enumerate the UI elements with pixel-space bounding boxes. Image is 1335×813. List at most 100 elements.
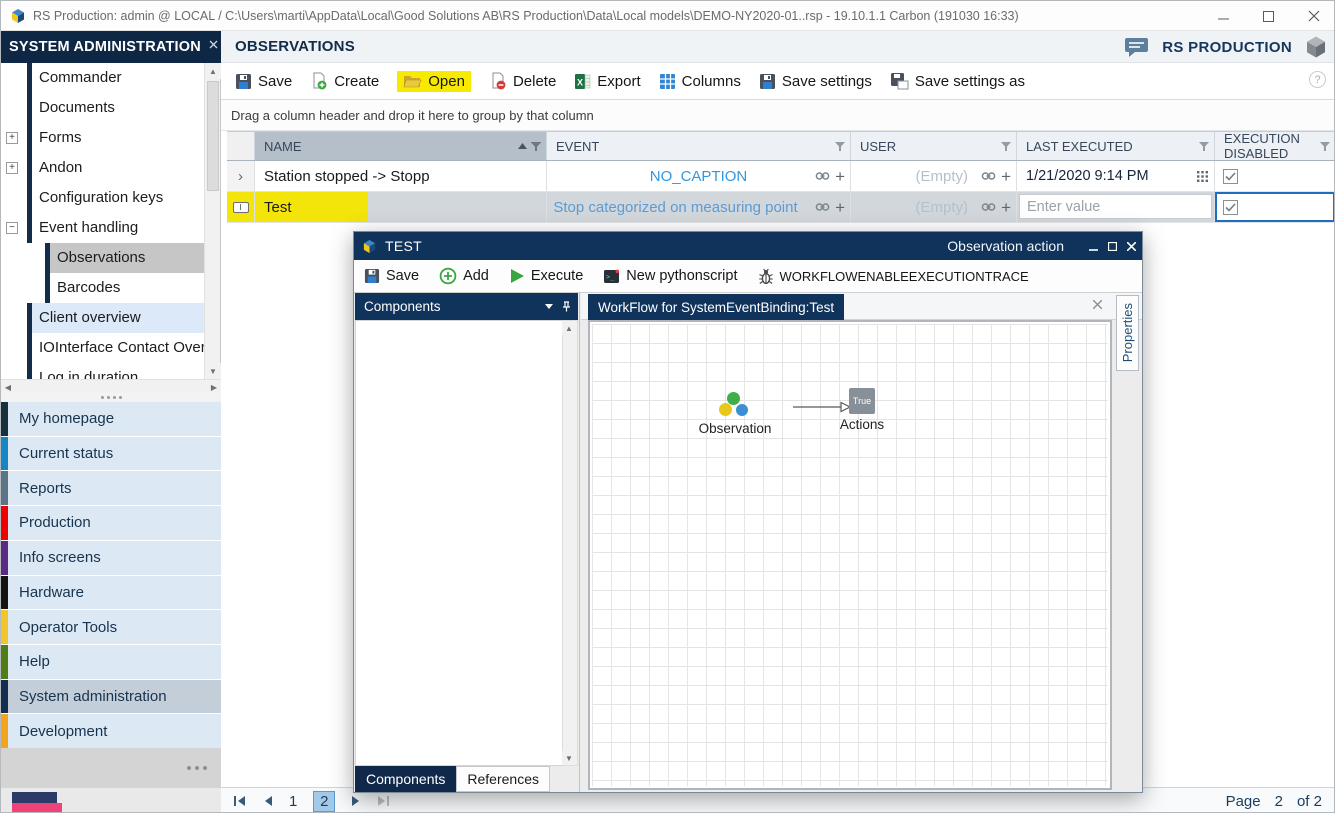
cell-event[interactable]: Stop categorized on measuring point +: [547, 192, 851, 222]
nav-item-production[interactable]: Production: [1, 506, 221, 540]
expand-icon[interactable]: +: [6, 162, 18, 174]
column-header-event[interactable]: EVENT: [547, 132, 851, 160]
cell-name[interactable]: Test: [255, 192, 547, 222]
filter-icon[interactable]: [531, 142, 541, 151]
create-button[interactable]: Create: [310, 72, 379, 90]
add-link-icon[interactable]: +: [835, 199, 845, 216]
sidebar-item-iointerface-contact-overview[interactable]: IOInterface Contact Overv: [1, 333, 205, 363]
observation-node[interactable]: Observation: [690, 390, 780, 436]
nav-item-hardware[interactable]: Hardware: [1, 576, 221, 610]
row-edit-indicator[interactable]: I: [227, 192, 255, 222]
components-scrollbar[interactable]: ▲ ▼: [562, 320, 578, 766]
actions-node[interactable]: True Actions: [830, 388, 894, 432]
nav-item-current-status[interactable]: Current status: [1, 437, 221, 471]
columns-button[interactable]: Columns: [659, 73, 741, 90]
tree-vertical-scrollbar[interactable]: ▲ ▼: [204, 63, 220, 379]
save-settings-button[interactable]: Save settings: [759, 73, 872, 90]
dialog-close-icon[interactable]: [1127, 242, 1136, 251]
minimize-button[interactable]: [1201, 1, 1246, 31]
maximize-button[interactable]: [1246, 1, 1291, 31]
sidebar-item-client-overview[interactable]: Client overview: [1, 303, 205, 333]
close-button[interactable]: [1291, 1, 1335, 31]
dialog-title-bar[interactable]: TEST Observation action: [354, 232, 1142, 260]
row-expander[interactable]: ›: [227, 161, 255, 191]
first-page-button[interactable]: [233, 795, 247, 807]
link-icon[interactable]: [815, 171, 830, 181]
pin-icon[interactable]: [562, 301, 571, 312]
sidebar-close-icon[interactable]: [209, 40, 218, 49]
scroll-right-icon[interactable]: ▶: [207, 380, 221, 394]
page-2-button-current[interactable]: 2: [313, 791, 335, 812]
nav-item-help[interactable]: Help: [1, 645, 221, 679]
sidebar-item-event-handling[interactable]: −Event handling: [1, 213, 205, 243]
event-link[interactable]: Stop categorized on measuring point: [553, 199, 843, 216]
column-header-last-executed[interactable]: LAST EXECUTED: [1017, 132, 1215, 160]
nav-item-reports[interactable]: Reports: [1, 471, 221, 505]
cell-last-executed-editor[interactable]: [1017, 192, 1215, 222]
nav-item-system-administration[interactable]: System administration: [1, 680, 221, 714]
save-button[interactable]: Save: [235, 73, 292, 90]
cube-icon[interactable]: [1304, 35, 1328, 59]
cell-last-executed[interactable]: 1/21/2020 9:14 PM: [1017, 161, 1215, 191]
filter-icon[interactable]: [1001, 142, 1011, 151]
sidebar-item-andon[interactable]: +Andon: [1, 153, 205, 183]
add-link-icon[interactable]: +: [1001, 168, 1011, 185]
scroll-down-icon[interactable]: ▼: [205, 363, 221, 379]
nav-item-my-homepage[interactable]: My homepage: [1, 402, 221, 436]
dialog-add-button[interactable]: Add: [439, 267, 489, 285]
sidebar-item-forms[interactable]: +Forms: [1, 123, 205, 153]
grid-row-test[interactable]: I Test Stop categorized on measuring poi…: [227, 192, 1335, 223]
expand-icon[interactable]: +: [6, 132, 18, 144]
tab-workflow[interactable]: WorkFlow for SystemEventBinding:Test: [588, 294, 844, 320]
group-by-panel[interactable]: Drag a column header and drop it here to…: [221, 100, 1335, 131]
cell-execution-disabled-focused[interactable]: [1215, 192, 1335, 222]
link-icon[interactable]: [815, 202, 830, 212]
help-icon[interactable]: ?: [1309, 71, 1326, 88]
sidebar-splitter[interactable]: [1, 393, 221, 402]
next-page-button[interactable]: [351, 795, 361, 807]
nav-item-development[interactable]: Development: [1, 714, 221, 748]
chat-icon[interactable]: [1124, 36, 1150, 58]
sidebar-item-log-in-duration[interactable]: Log in duration: [1, 363, 205, 379]
checkbox-checked[interactable]: [1223, 169, 1238, 184]
nav-overflow-button[interactable]: [1, 748, 221, 788]
cell-name[interactable]: Station stopped -> Stopp: [255, 161, 547, 191]
delete-button[interactable]: Delete: [489, 72, 556, 90]
scroll-left-icon[interactable]: ◀: [1, 380, 15, 394]
dialog-minimize-icon[interactable]: [1089, 242, 1098, 251]
filter-icon[interactable]: [1199, 142, 1209, 151]
nav-item-info-screens[interactable]: Info screens: [1, 541, 221, 575]
page-1-button[interactable]: 1: [289, 793, 297, 810]
link-icon[interactable]: [981, 202, 996, 212]
dialog-save-button[interactable]: Save: [364, 268, 419, 284]
export-button[interactable]: X Export: [574, 73, 640, 90]
cell-user[interactable]: (Empty) +: [851, 161, 1017, 191]
sidebar-item-commander[interactable]: Commander: [1, 63, 205, 93]
panel-menu-chevron-icon[interactable]: [545, 304, 553, 309]
workflow-canvas[interactable]: Observation True Actions: [588, 320, 1112, 790]
tree-horizontal-scrollbar[interactable]: ◀ ▶: [1, 379, 221, 393]
add-link-icon[interactable]: +: [835, 168, 845, 185]
tab-close-icon[interactable]: [1093, 300, 1102, 309]
column-header-name[interactable]: NAME: [255, 132, 547, 160]
scroll-thumb[interactable]: [207, 81, 219, 191]
event-link[interactable]: NO_CAPTION: [650, 168, 748, 185]
link-icon[interactable]: [981, 171, 996, 181]
components-list[interactable]: [355, 320, 563, 766]
sidebar-item-documents[interactable]: Documents: [1, 93, 205, 123]
last-executed-input[interactable]: [1020, 199, 1214, 215]
nav-item-operator-tools[interactable]: Operator Tools: [1, 610, 221, 644]
column-header-execution-disabled[interactable]: EXECUTION DISABLED: [1215, 132, 1335, 160]
grid-row-station-stopped[interactable]: › Station stopped -> Stopp NO_CAPTION + …: [227, 161, 1335, 192]
previous-page-button[interactable]: [263, 795, 273, 807]
date-picker-icon[interactable]: [1197, 171, 1208, 182]
filter-icon[interactable]: [835, 142, 845, 151]
scroll-up-icon[interactable]: ▲: [205, 63, 221, 79]
dialog-maximize-icon[interactable]: [1108, 242, 1117, 251]
filter-icon[interactable]: [1320, 142, 1330, 151]
tab-references[interactable]: References: [456, 766, 550, 792]
cell-event[interactable]: NO_CAPTION +: [547, 161, 851, 191]
cell-user[interactable]: (Empty) +: [851, 192, 1017, 222]
dialog-new-pythonscript-button[interactable]: >_ New pythonscript: [603, 268, 737, 284]
column-header-user[interactable]: USER: [851, 132, 1017, 160]
